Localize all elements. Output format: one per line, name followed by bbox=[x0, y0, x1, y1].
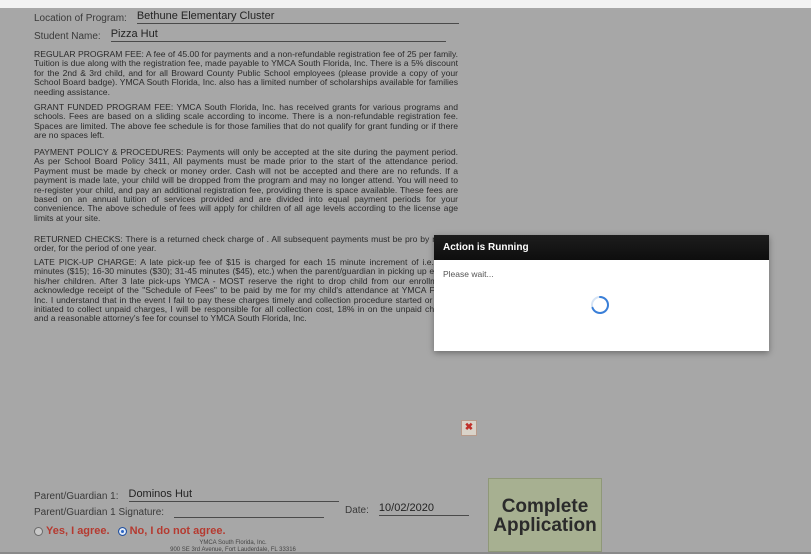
agree-no-label[interactable]: No, I do not agree. bbox=[130, 525, 226, 537]
footer-org: YMCA South Florida, Inc. bbox=[199, 540, 267, 546]
date-label: Date: bbox=[345, 505, 369, 516]
parent-label: Parent/Guardian 1: bbox=[34, 491, 119, 502]
returned-checks-paragraph: RETURNED CHECKS: There is a returned che… bbox=[34, 234, 458, 254]
regular-fee-paragraph: REGULAR PROGRAM FEE: A fee of 45.00 for … bbox=[34, 49, 458, 97]
grant-fee-paragraph: GRANT FUNDED PROGRAM FEE: YMCA South Flo… bbox=[34, 102, 458, 141]
agree-yes-radio[interactable] bbox=[34, 526, 43, 536]
loading-spinner-icon bbox=[591, 296, 609, 314]
signature-row: Parent/Guardian 1 Signature: bbox=[34, 506, 325, 518]
location-row: Location of Program: Bethune Elementary … bbox=[34, 10, 459, 24]
location-field[interactable]: Bethune Elementary Cluster bbox=[136, 10, 459, 24]
date-row: Date: 10/02/2020 bbox=[345, 502, 469, 516]
top-strip bbox=[0, 0, 811, 8]
date-field[interactable]: 10/02/2020 bbox=[378, 502, 469, 516]
payment-policy-paragraph: PAYMENT POLICY & PROCEDURES: Payments wi… bbox=[34, 147, 458, 223]
agree-no-radio[interactable] bbox=[117, 526, 127, 536]
action-running-dialog: Action is Running Please wait... bbox=[434, 235, 769, 351]
parent-name-field[interactable]: Dominos Hut bbox=[128, 488, 339, 502]
agree-yes-label[interactable]: Yes, I agree. bbox=[46, 525, 110, 537]
dialog-title: Action is Running bbox=[434, 235, 769, 260]
location-label: Location of Program: bbox=[34, 13, 127, 24]
complete-application-button[interactable]: Complete Application bbox=[488, 478, 602, 552]
late-pickup-paragraph: LATE PICK-UP CHARGE: A late pick-up fee … bbox=[34, 257, 458, 324]
parent-row: Parent/Guardian 1: Dominos Hut bbox=[34, 488, 339, 502]
signature-field[interactable] bbox=[174, 506, 325, 518]
dialog-message: Please wait... bbox=[443, 269, 494, 279]
agreement-radio-group: Yes, I agree. No, I do not agree. bbox=[34, 525, 226, 537]
student-row: Student Name: Pizza Hut bbox=[34, 28, 446, 42]
signature-label: Parent/Guardian 1 Signature: bbox=[34, 507, 165, 518]
student-name-field[interactable]: Pizza Hut bbox=[110, 28, 446, 42]
student-label: Student Name: bbox=[34, 31, 101, 42]
close-icon[interactable]: ✖ bbox=[461, 420, 477, 436]
complete-button-line2: Application bbox=[493, 515, 597, 536]
complete-button-line1: Complete bbox=[501, 496, 589, 517]
footer-street: 900 SE 3rd Avenue, Fort Lauderdale, FL 3… bbox=[170, 547, 296, 553]
